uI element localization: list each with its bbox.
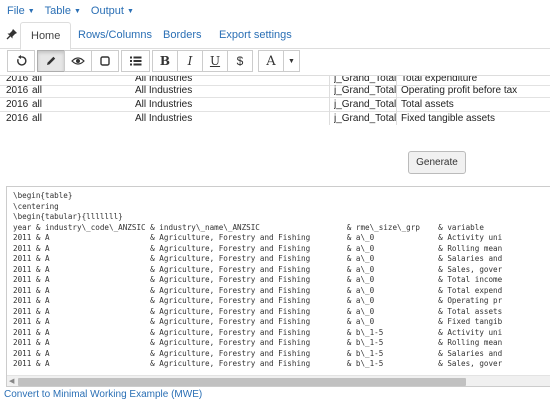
cell-size-grp: j_Grand_Total (334, 85, 397, 96)
file-menu-label: File (7, 5, 25, 17)
cell-industry: All Industries (135, 113, 193, 124)
code-line: 2011 & A & Agriculture, Forestry and Fis… (13, 285, 503, 295)
scroll-left-icon[interactable]: ◀ (9, 378, 17, 386)
code-line: \centering (13, 201, 59, 211)
table-menu-label: Table (44, 5, 71, 17)
cell-year: 2016 (6, 99, 29, 110)
cell-variable: Total assets (401, 99, 454, 110)
font-button[interactable]: A (258, 50, 284, 72)
cell-size-grp: j_Grand_Total (334, 113, 397, 124)
cell-year: 2016 (6, 85, 29, 96)
stop-button[interactable] (91, 50, 119, 72)
code-line: \begin{tabular}{lllllll} (13, 212, 123, 221)
undo-button[interactable] (7, 50, 35, 72)
toolbar: B I U $ A ▼ (0, 49, 550, 73)
data-table: 2016 all All Industries j_Grand_Total To… (0, 75, 550, 125)
cell-industry: All Industries (135, 99, 193, 110)
output-menu[interactable]: Output ▼ (91, 5, 134, 17)
font-label: A (266, 53, 276, 69)
edit-mode-button[interactable] (37, 50, 65, 72)
underline-label: U (209, 54, 221, 68)
code-line: 2011 & A & Agriculture, Forestry and Fis… (13, 317, 503, 326)
bold-label: B (159, 54, 171, 68)
tab-rows-columns[interactable]: Rows/Columns (68, 22, 162, 49)
code-line: 2011 & A & Agriculture, Forestry and Fis… (13, 275, 503, 284)
generate-button[interactable]: Generate (408, 151, 466, 174)
column-divider (329, 75, 330, 125)
cell-industry: All Industries (135, 85, 193, 96)
code-line: 2011 & A & Agriculture, Forestry and Fis… (13, 348, 503, 358)
cell-variable: Operating profit before tax (401, 85, 518, 96)
output-menu-label: Output (90, 5, 124, 17)
table-row[interactable]: 2016 all All Industries j_Grand_Total Fi… (0, 112, 550, 125)
convert-mwe-link[interactable]: Convert to Minimal Working Example (MWE) (4, 389, 202, 400)
caret-down-icon: ▼ (288, 57, 295, 65)
table-menu[interactable]: Table ▼ (45, 5, 81, 17)
code-line: 2011 & A & Agriculture, Forestry and Fis… (13, 243, 503, 253)
column-divider (396, 75, 397, 125)
undo-icon (17, 55, 27, 66)
code-line: 2011 & A & Agriculture, Forestry and Fis… (13, 359, 503, 368)
list-button[interactable] (121, 50, 150, 72)
cell-code: all (32, 99, 43, 110)
menu-bar: File ▼ Table ▼ Output ▼ (0, 0, 550, 22)
code-line: 2011 & A & Agriculture, Forestry and Fis… (13, 254, 503, 263)
cell-year: 2016 (6, 113, 29, 124)
list-icon (129, 56, 141, 66)
horizontal-scrollbar[interactable]: ◀ (7, 375, 550, 386)
tab-export-settings[interactable]: Export settings (209, 22, 302, 49)
tab-home[interactable]: Home (20, 22, 72, 50)
square-icon (100, 56, 110, 66)
caret-down-icon: ▼ (27, 7, 35, 15)
math-button[interactable]: $ (227, 50, 253, 72)
dollar-label: $ (236, 54, 244, 68)
scrollbar-thumb[interactable] (18, 378, 466, 386)
cell-code: all (32, 85, 43, 96)
bold-button[interactable]: B (152, 50, 178, 72)
underline-button[interactable]: U (202, 50, 228, 72)
code-line: year & industry\_code\_ANZSIC & industry… (13, 222, 484, 232)
code-line: 2011 & A & Agriculture, Forestry and Fis… (13, 296, 503, 305)
latex-output[interactable]: \begin{table} \centering \begin{tabular}… (6, 186, 550, 387)
font-dropdown-button[interactable]: ▼ (283, 50, 300, 72)
eye-icon (71, 57, 85, 65)
table-row[interactable]: 2016 all All Industries j_Grand_Total To… (0, 98, 550, 112)
caret-down-icon: ▼ (73, 7, 81, 15)
tab-bar: Home Rows/Columns Borders Export setting… (0, 22, 550, 50)
cell-size-grp: j_Grand_Total (334, 99, 397, 110)
caret-down-icon: ▼ (126, 7, 134, 15)
cell-variable: Fixed tangible assets (401, 113, 495, 124)
code-line: 2011 & A & Agriculture, Forestry and Fis… (13, 338, 503, 347)
cell-code: all (32, 113, 43, 124)
pencil-icon (47, 56, 56, 65)
pin-icon[interactable] (6, 28, 18, 40)
italic-label: I (187, 54, 193, 68)
code-line: \begin{table} (13, 191, 73, 200)
file-menu[interactable]: File ▼ (7, 5, 35, 17)
preview-button[interactable] (64, 50, 92, 72)
code-line: 2011 & A & Agriculture, Forestry and Fis… (13, 327, 503, 337)
tab-borders[interactable]: Borders (153, 22, 212, 49)
table-row[interactable]: 2016 all All Industries j_Grand_Total Op… (0, 84, 550, 98)
code-line: 2011 & A & Agriculture, Forestry and Fis… (13, 264, 503, 274)
code-line: 2011 & A & Agriculture, Forestry and Fis… (13, 306, 503, 316)
italic-button[interactable]: I (177, 50, 203, 72)
code-line: 2011 & A & Agriculture, Forestry and Fis… (13, 233, 503, 242)
